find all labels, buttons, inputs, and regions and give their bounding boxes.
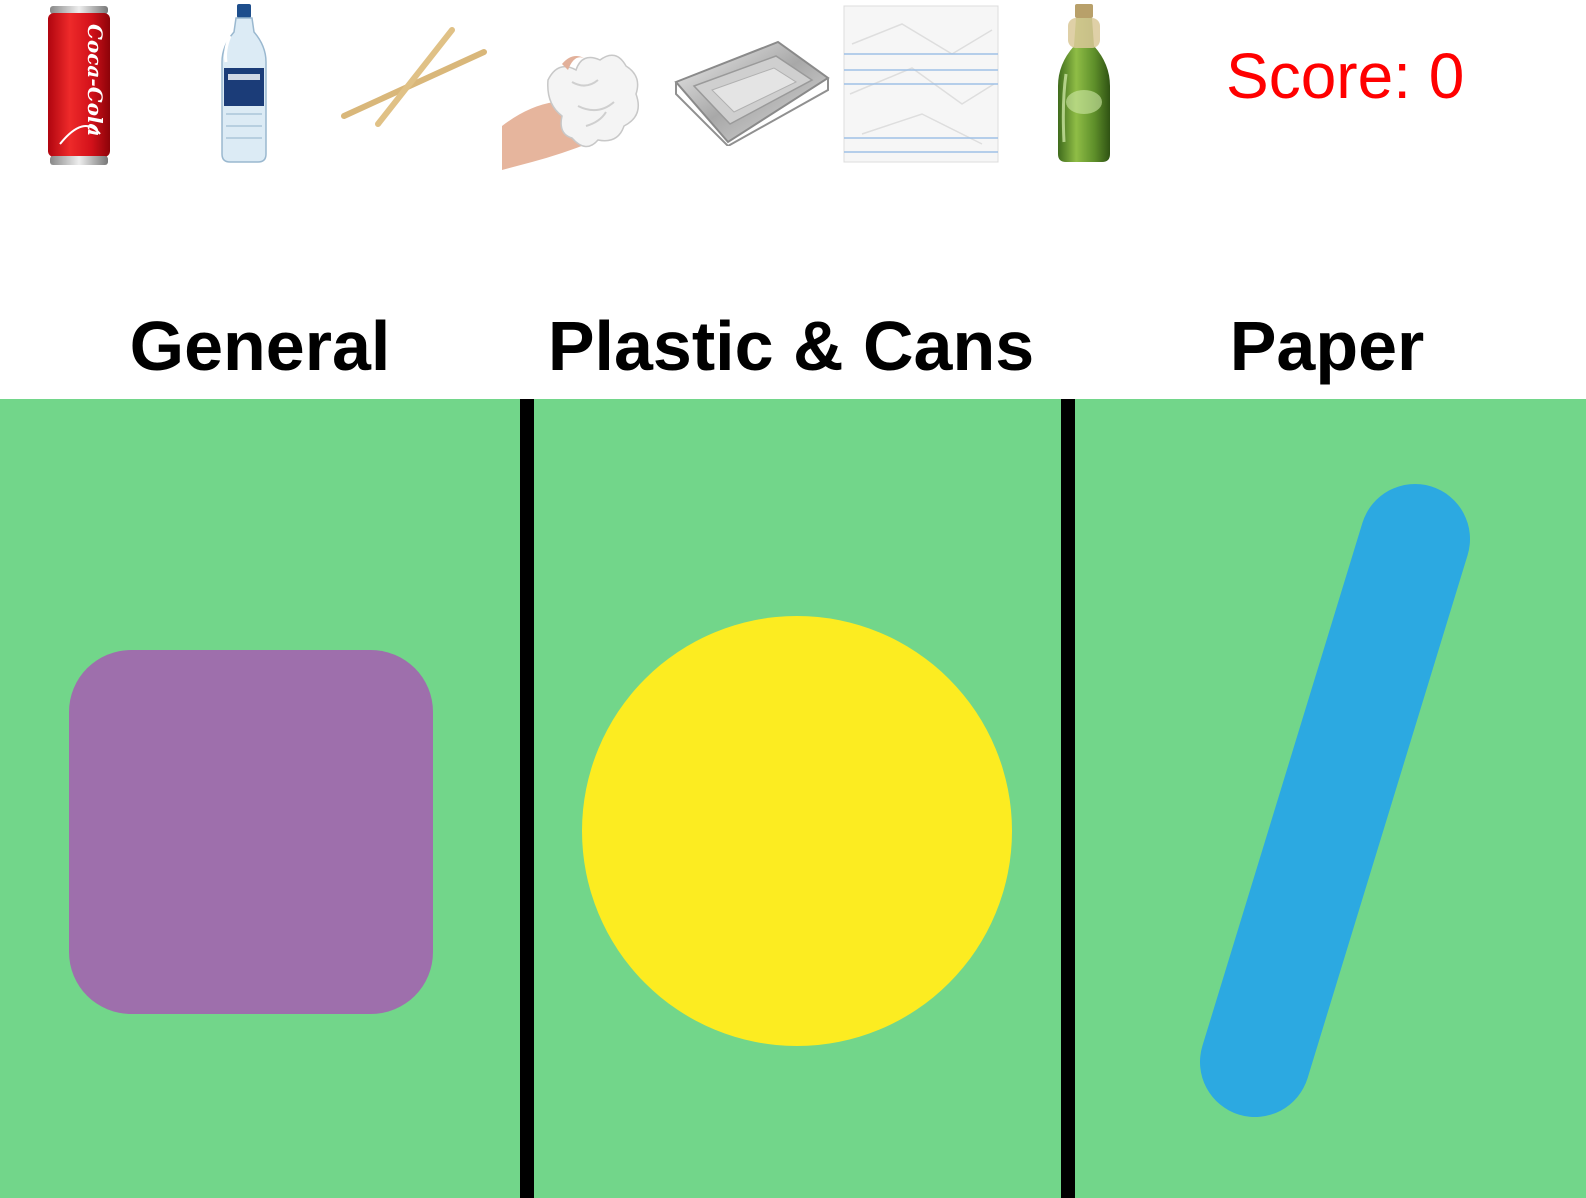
game-stage: Coca-Cola Score: 0 General Plastic & Can… [0,0,1586,1198]
general-bin[interactable] [0,399,520,1198]
slash-icon [1200,484,1470,1117]
paper-sheet-icon[interactable] [842,4,1000,164]
paper-bin[interactable] [1075,399,1586,1198]
bin-divider [520,399,534,1198]
bins-area [0,399,1586,1198]
bin-label-paper: Paper [1229,307,1425,385]
plastic-cans-bin[interactable] [534,399,1061,1198]
foil-tray-icon[interactable] [672,38,832,146]
glass-bottle-icon[interactable] [1052,2,1116,166]
chopsticks-icon[interactable] [338,24,490,128]
soda-can-icon[interactable]: Coca-Cola [44,4,114,167]
bin-label-plastic-cans: Plastic & Cans [547,307,1035,385]
plastic-bottle-icon[interactable] [216,2,272,166]
tissue-icon[interactable] [502,30,644,170]
score-display: Score: 0 [1226,40,1465,112]
can-brand-text: Coca-Cola [83,24,107,137]
circle-icon [582,616,1012,1046]
bin-label-general: General [129,307,391,385]
rounded-square-icon [69,650,433,1014]
bin-divider [1061,399,1075,1198]
